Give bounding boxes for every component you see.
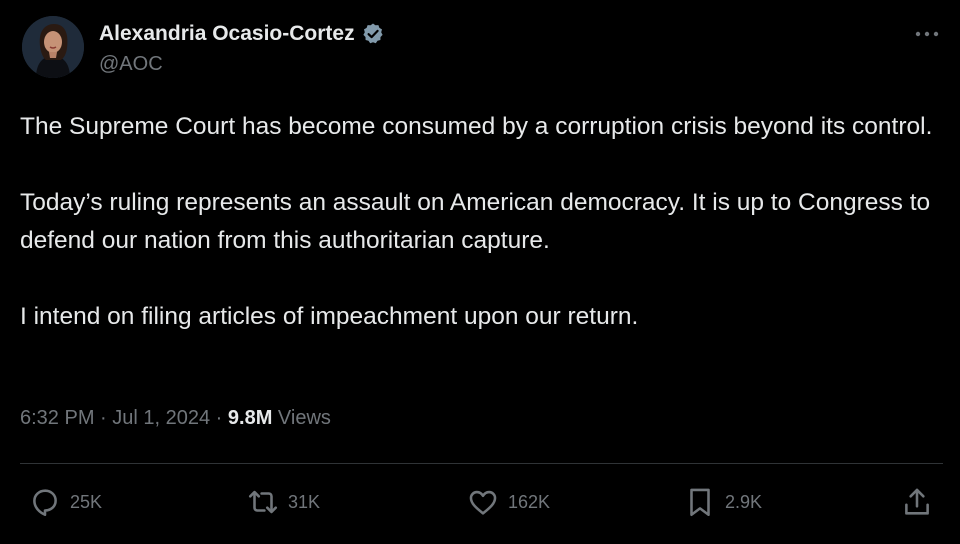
tweet-paragraph: I intend on filing articles of impeachme… xyxy=(20,303,639,330)
repost-icon xyxy=(248,490,278,514)
like-count: 162K xyxy=(508,491,551,512)
meta-separator: · xyxy=(210,407,228,429)
views-label: Views xyxy=(272,407,331,429)
reply-icon xyxy=(33,489,57,517)
reply-count: 25K xyxy=(70,491,103,512)
more-dots-icon[interactable] xyxy=(908,22,948,46)
author-display-name[interactable]: Alexandria Ocasio-Cortez xyxy=(99,22,355,46)
views-count[interactable]: 9.8M xyxy=(228,407,272,429)
bookmark-button[interactable]: 2.9K xyxy=(683,480,762,524)
avatar-photo-icon xyxy=(22,16,84,78)
reply-button[interactable]: 25K xyxy=(28,480,102,524)
tweet-time[interactable]: 6:32 PM xyxy=(20,407,94,429)
tweet-date[interactable]: Jul 1, 2024 xyxy=(112,407,210,429)
heart-icon xyxy=(469,490,497,515)
repost-button[interactable]: 31K xyxy=(246,480,320,524)
verified-badge-icon[interactable] xyxy=(361,22,385,46)
author-handle[interactable]: @AOC xyxy=(99,53,163,76)
divider xyxy=(20,463,943,464)
action-bar: 25K 31K 162K 2.9K xyxy=(0,480,960,524)
share-icon xyxy=(905,488,929,515)
author-name-row: Alexandria Ocasio-Cortez xyxy=(99,20,385,48)
bookmark-icon xyxy=(690,488,710,517)
tweet-text: The Supreme Court has become consumed by… xyxy=(20,108,955,336)
bookmark-count: 2.9K xyxy=(725,491,763,512)
repost-count: 31K xyxy=(288,491,321,512)
like-button[interactable]: 162K xyxy=(466,480,550,524)
share-button[interactable] xyxy=(900,480,934,524)
tweet-card: Alexandria Ocasio-Cortez @AOC The Suprem… xyxy=(0,0,960,544)
tweet-metadata: 6:32 PM · Jul 1, 2024 · 9.8M Views xyxy=(20,407,331,430)
tweet-paragraph: The Supreme Court has become consumed by… xyxy=(20,113,933,140)
avatar[interactable] xyxy=(22,16,84,78)
tweet-paragraph: Today’s ruling represents an assault on … xyxy=(20,189,931,254)
meta-separator: · xyxy=(94,407,113,429)
